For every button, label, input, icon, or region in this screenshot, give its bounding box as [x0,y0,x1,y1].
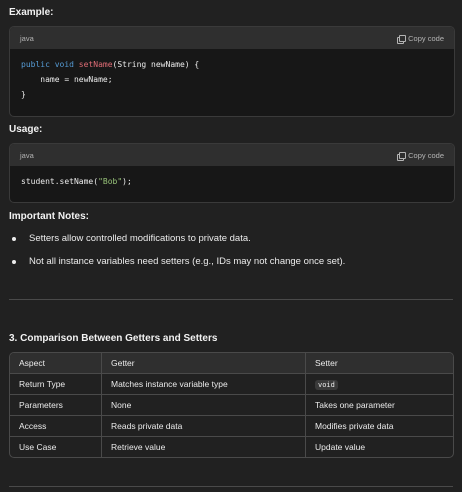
table-cell: Parameters [10,395,102,416]
column-header: Setter [306,353,453,374]
bullet-icon [12,236,16,241]
code-text: student.setName( [21,177,99,186]
table-cell: Use Case [10,437,102,457]
comparison-table: Aspect Getter Setter Return Type Matches… [9,352,454,458]
table-cell: Update value [315,442,366,452]
table-cell: void [306,374,453,395]
inline-code: void [315,380,338,390]
table-cell: Retrieve value [102,437,306,457]
code-content: student.setName("Bob"); [10,166,454,197]
list-item-text: Not all instance variables need setters … [29,256,346,267]
code-keyword: public void [21,60,79,69]
table-cell: Matches instance variable type [102,374,306,395]
table-cell: Takes one parameter [306,395,453,416]
table-cell: Return Type [10,374,102,395]
code-line: public void setName(String newName) { [21,57,443,72]
code-string: "Bob" [98,177,123,186]
code-header: java Copy code [10,144,454,166]
code-line: name = newName; [21,75,113,84]
divider [9,299,453,300]
comparison-heading: 3. Comparison Between Getters and Setter… [9,333,218,344]
column-header: Aspect [10,353,102,374]
table-cell: None [102,395,306,416]
copy-code-button[interactable]: Copy code [397,150,444,161]
copy-code-label: Copy code [408,33,444,43]
table-cell: Access [10,416,102,437]
table-row: Access Reads private data Modifies priva… [10,416,453,437]
notes-heading: Important Notes: [9,211,89,222]
list-item: Not all instance variables need setters … [12,256,345,267]
table-cell: Modifies private data [306,416,453,437]
code-text: (String newName) { [112,60,200,69]
table-row: Use Case Retrieve value Update value [10,437,453,457]
divider [9,486,453,487]
table-header-row: Aspect Getter Setter [10,353,453,374]
table-row: Parameters None Takes one parameter [10,395,453,416]
list-item-text: Setters allow controlled modifications t… [29,233,251,244]
usage-code-block: java Copy code student.setName("Bob"); [9,143,455,203]
table-row: Return Type Matches instance variable ty… [10,374,453,395]
code-text: ); [122,177,132,186]
code-header: java Copy code [10,27,454,49]
copy-icon [397,151,407,161]
copy-code-label: Copy code [408,150,444,160]
column-header: Getter [102,353,306,374]
copy-icon [397,34,407,44]
code-language-label: java [20,150,34,160]
table-cell: Reads private data [102,416,306,437]
code-language-label: java [20,33,34,43]
copy-code-button[interactable]: Copy code [397,33,444,44]
code-line: } [21,90,26,99]
bullet-icon [12,259,16,264]
usage-heading: Usage: [9,124,43,135]
example-heading: Example: [9,7,54,18]
list-item: Setters allow controlled modifications t… [12,233,251,244]
example-code-block: java Copy code public void setName(Strin… [9,26,455,117]
code-function: setName [78,60,113,69]
code-content: public void setName(String newName) { na… [10,49,454,110]
